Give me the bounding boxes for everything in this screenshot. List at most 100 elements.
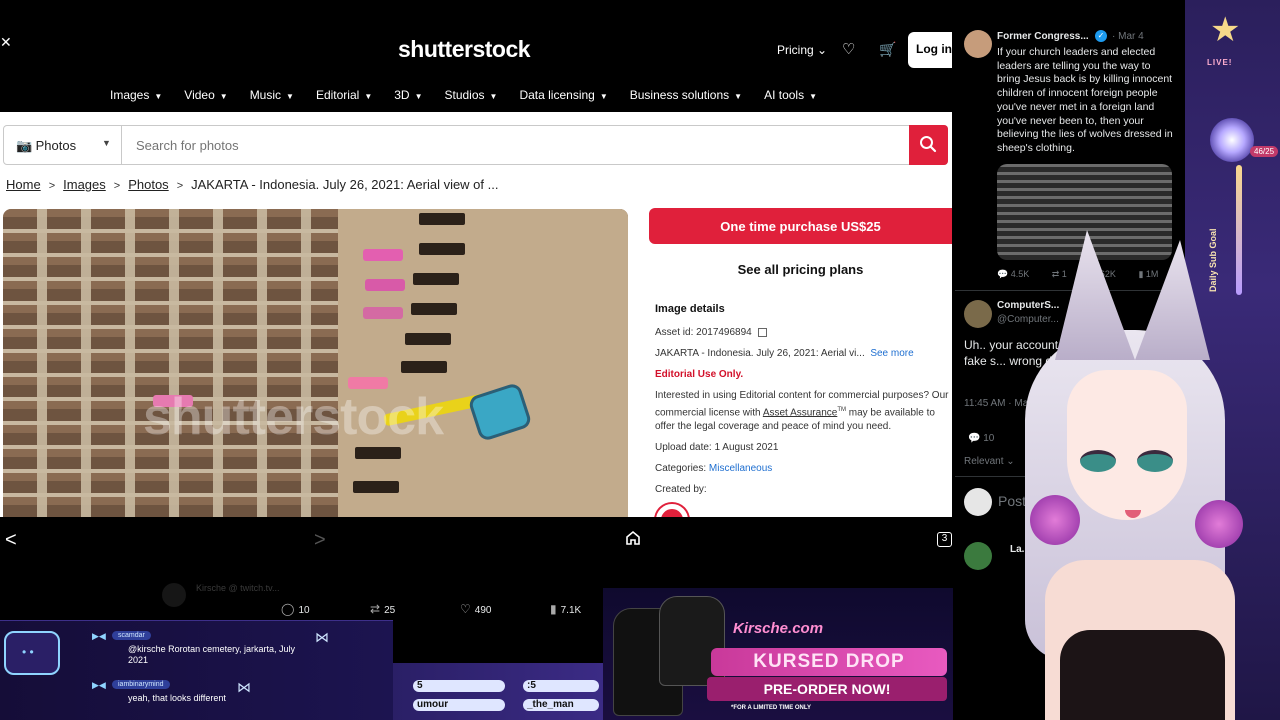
nav-label: Studios	[444, 88, 485, 102]
ghost-text: Kirsche @ twitch.tv...	[196, 583, 280, 593]
avatar-face	[1067, 370, 1187, 520]
forward-arrow-icon[interactable]: >	[314, 529, 326, 552]
chevron-down-icon: ▼	[734, 92, 743, 101]
sub-goal-bar	[1236, 165, 1242, 295]
categories-label: Categories:	[655, 463, 707, 475]
trademark-mark: TM	[837, 407, 846, 413]
breadcrumb-home[interactable]: Home	[6, 177, 41, 192]
avatar[interactable]	[964, 30, 992, 58]
chevron-down-icon: ▼	[599, 92, 608, 101]
chat-username: iambinarymind	[112, 680, 170, 689]
nav-label: Images	[110, 88, 150, 102]
see-more-link[interactable]: See more	[870, 348, 913, 359]
like-count[interactable]: ♡ 490	[460, 602, 491, 616]
asset-assurance-link[interactable]: Asset Assurance	[763, 407, 837, 418]
chevron-right-icon: >	[48, 180, 56, 192]
merch-preorder: PRE-ORDER NOW!	[707, 677, 947, 701]
shutterstock-window: ✕ shutterstock Pricing ⌄ ♡ 🛒 Log in Imag…	[0, 0, 952, 583]
search-input[interactable]	[124, 126, 910, 164]
open-grave	[419, 243, 465, 255]
nav-business-solutions[interactable]: Business solutions ▼	[630, 88, 742, 102]
chevron-down-icon: ▼	[414, 92, 423, 101]
breadcrumb-photos[interactable]: Photos	[128, 177, 168, 192]
view-count-value: 7.1K	[560, 605, 582, 616]
event-pill: _the_man	[523, 699, 599, 711]
view-count[interactable]: ▮ 7.1K	[550, 602, 581, 616]
caret-down-icon: ▼	[102, 138, 111, 148]
stream-event-bar: 5 umour :5 _the_man	[393, 663, 603, 720]
open-grave	[353, 481, 399, 493]
preview-image[interactable]: shutterstock	[3, 209, 628, 517]
like-count-value: 490	[474, 605, 492, 616]
nav-3d[interactable]: 3D ▼	[394, 88, 422, 102]
asset-id-row: Asset id: 2017496894	[655, 326, 952, 340]
chevron-down-icon: ⌄	[817, 43, 828, 57]
editorial-notice: Editorial Use Only.	[655, 369, 744, 380]
pricing-plans-link[interactable]: See all pricing plans	[649, 262, 952, 277]
nav-label: Editorial	[315, 88, 360, 102]
search-type-select[interactable]: 📷 Photos ▼	[4, 126, 122, 164]
home-icon[interactable]	[625, 530, 641, 546]
back-arrow-icon[interactable]: <	[5, 529, 17, 552]
login-button[interactable]: Log in	[908, 32, 952, 68]
cart-icon[interactable]: 🛒	[879, 41, 896, 58]
nav-images[interactable]: Images ▼	[110, 88, 162, 102]
heart-icon: ♡	[460, 602, 471, 616]
search-type-label: Photos	[35, 138, 77, 153]
image-description: JAKARTA - Indonesia. July 26, 2021: Aeri…	[655, 348, 865, 359]
copy-icon[interactable]	[757, 327, 767, 337]
favorites-icon[interactable]: ♡	[842, 40, 855, 58]
open-grave	[355, 447, 401, 459]
nav-ai-tools[interactable]: AI tools ▼	[764, 88, 817, 102]
chevron-down-icon: ▼	[286, 92, 294, 101]
arrow-icon: ▶◀	[92, 680, 106, 690]
created-by-label: Created by:	[655, 484, 707, 496]
nav-label: Data licensing	[519, 88, 595, 102]
categories-row: Categories: Miscellaneous	[655, 462, 952, 476]
chat-username: scamdar	[112, 631, 151, 640]
reply-count[interactable]: ◯ 10	[281, 602, 310, 616]
verified-badge-icon: ✓	[1095, 30, 1107, 42]
bow-icon: ⋈	[315, 629, 329, 645]
arrow-icon: ▶◀	[92, 631, 106, 641]
flower-ornament	[1030, 495, 1080, 545]
nav-data-licensing[interactable]: Data licensing ▼	[519, 88, 607, 102]
nav-label: Video	[184, 88, 215, 102]
pricing-menu[interactable]: Pricing ⌄	[777, 43, 827, 57]
tweet-text: If your church leaders and elected leade…	[997, 46, 1173, 154]
avatar-ear	[1055, 230, 1135, 360]
nav-video[interactable]: Video ▼	[184, 88, 227, 102]
chevron-down-icon: ▼	[364, 92, 373, 101]
flower-grave	[363, 307, 403, 319]
nav-studios[interactable]: Studios ▼	[445, 88, 498, 102]
nav-music[interactable]: Music ▼	[250, 88, 294, 102]
category-link[interactable]: Miscellaneous	[709, 463, 772, 474]
asset-id: Asset id: 2017496894	[655, 327, 752, 338]
avatar-outfit	[1060, 630, 1225, 720]
image-watermark: shutterstock	[143, 388, 444, 446]
star-icon: ★	[1210, 11, 1241, 49]
tweet-author[interactable]: Former Congress...	[997, 31, 1089, 42]
open-grave	[401, 361, 447, 373]
description-row: JAKARTA - Indonesia. July 26, 2021: Aeri…	[655, 347, 952, 361]
breadcrumb-current: JAKARTA - Indonesia. July 26, 2021: Aeri…	[191, 177, 499, 192]
nav-editorial[interactable]: Editorial ▼	[316, 88, 372, 102]
details-heading: Image details	[655, 303, 725, 315]
upload-date: Upload date: 1 August 2021	[655, 442, 779, 454]
site-logo[interactable]: shutterstock	[398, 36, 531, 63]
merch-ad: Kirsche.com KURSED DROP PRE-ORDER NOW! *…	[603, 588, 953, 720]
breadcrumb: Home > Images > Photos > JAKARTA - Indonesia. …	[6, 177, 498, 192]
views-icon: ▮	[550, 602, 557, 616]
main-nav: Images ▼ Video ▼ Music ▼ Editorial ▼ 3D ▼ Stu…	[110, 88, 839, 102]
tweet-time: · Mar 4	[1112, 31, 1144, 42]
stream-chat: ▶◀ scamdar ⋈ @kirsche Rorotan cemetery, …	[0, 620, 393, 720]
breadcrumb-images[interactable]: Images	[63, 177, 106, 192]
avatar-ear	[1135, 240, 1210, 360]
search-button[interactable]	[909, 125, 948, 165]
purchase-button[interactable]: One time purchase US$25	[649, 208, 952, 244]
retweet-count[interactable]: ⇄ 25	[370, 602, 395, 616]
vtuber-avatar	[925, 230, 1243, 720]
close-icon[interactable]: ✕	[0, 34, 12, 51]
open-grave	[411, 303, 457, 315]
open-grave	[419, 213, 465, 225]
